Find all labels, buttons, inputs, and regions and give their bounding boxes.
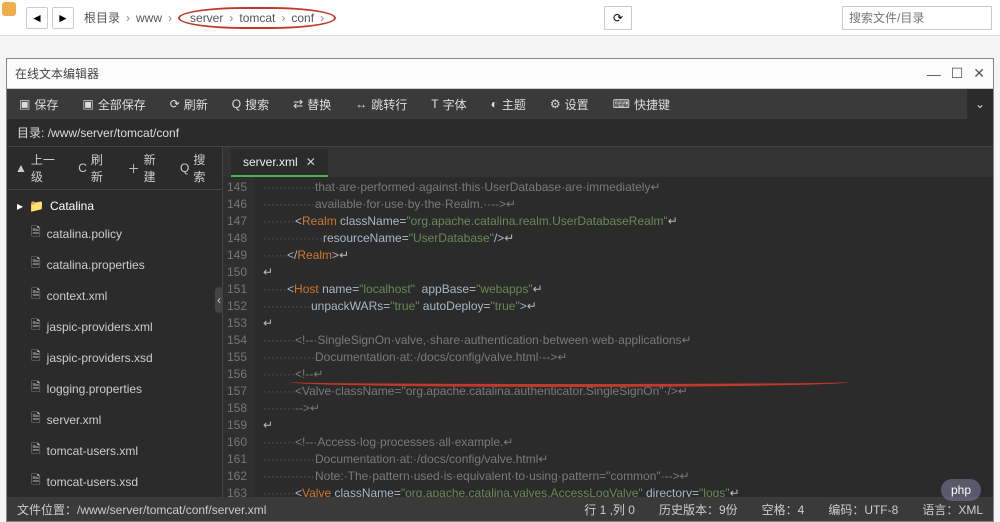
- file-icon: 🗎: [31, 378, 41, 399]
- file-icon: 🗎: [31, 347, 41, 368]
- file-icon: 🗎: [31, 285, 41, 306]
- tree-file[interactable]: 🗎context.xml: [7, 280, 222, 311]
- tree-file[interactable]: 🗎logging.properties: [7, 373, 222, 404]
- tool-settings[interactable]: ⚙设置: [538, 89, 601, 119]
- editor-pane: server.xml ✕ 145146147148149150151152153…: [223, 147, 993, 497]
- status-bar: 文件位置：/www/server/tomcat/conf/server.xml …: [7, 497, 993, 521]
- refresh-button[interactable]: ⟳: [604, 6, 632, 30]
- side-tools: ▲上一级 C刷新 ＋新建 Q搜索: [7, 147, 222, 190]
- file-icon: 🗎: [31, 409, 41, 430]
- file-icon: 🗎: [31, 440, 41, 461]
- save-icon: ▣: [19, 97, 30, 111]
- file-icon: 🗎: [31, 471, 41, 492]
- theme-icon: ◐: [491, 97, 498, 111]
- tool-search[interactable]: Q搜索: [220, 89, 281, 119]
- tool-theme[interactable]: ◐主题: [479, 89, 538, 119]
- tool-goto[interactable]: ↔跳转行: [343, 89, 419, 119]
- folder-icon: 📁: [29, 199, 44, 213]
- window-title: 在线文本编辑器: [15, 65, 917, 82]
- file-icon: 🗎: [31, 316, 41, 337]
- tree-file[interactable]: 🗎catalina.policy: [7, 218, 222, 249]
- save-all-icon: ▣: [82, 97, 93, 111]
- tool-save[interactable]: ▣保存: [7, 89, 70, 119]
- keyboard-icon: ⌨: [613, 97, 630, 111]
- file-tree: ▸📁Catalina 🗎catalina.policy🗎catalina.pro…: [7, 190, 222, 497]
- gear-icon: ⚙: [550, 97, 561, 111]
- breadcrumb-item[interactable]: conf: [291, 11, 314, 25]
- sub-bar: 目录: /www/server/tomcat/conf: [7, 119, 993, 147]
- status-spaces[interactable]: 空格：4: [762, 501, 805, 518]
- side-search[interactable]: Q搜索: [172, 151, 222, 185]
- search-input[interactable]: [842, 6, 992, 30]
- side-refresh[interactable]: C刷新: [70, 151, 119, 185]
- breadcrumb-item[interactable]: tomcat: [239, 11, 275, 25]
- tool-font[interactable]: T字体: [419, 89, 478, 119]
- status-path: 文件位置：/www/server/tomcat/conf/server.xml: [17, 501, 266, 518]
- sidebar-collapse-handle[interactable]: ‹: [215, 287, 223, 313]
- search-icon: Q: [232, 97, 241, 111]
- tabs: server.xml ✕: [223, 147, 993, 177]
- maximize-button[interactable]: ☐: [951, 65, 964, 82]
- editor-window: 在线文本编辑器 — ☐ ✕ ▣保存 ▣全部保存 ⟳刷新 Q搜索 ⇄替换 ↔跳转行…: [6, 58, 994, 522]
- status-encoding[interactable]: 编码：UTF-8: [828, 501, 898, 518]
- toolbar: ▣保存 ▣全部保存 ⟳刷新 Q搜索 ⇄替换 ↔跳转行 T字体 ◐主题 ⚙设置 ⌨…: [7, 89, 993, 119]
- nav-back-button[interactable]: ◄: [26, 7, 48, 29]
- breadcrumb-root[interactable]: 根目录: [84, 9, 120, 26]
- goto-icon: ↔: [355, 97, 367, 111]
- tree-file[interactable]: 🗎jaspic-providers.xsd: [7, 342, 222, 373]
- tree-file[interactable]: 🗎server.xml: [7, 404, 222, 435]
- code-content[interactable]: ·············that·are·performed·against·…: [255, 177, 993, 497]
- tree-file[interactable]: 🗎jaspic-providers.xml: [7, 311, 222, 342]
- status-lang[interactable]: 语言：XML: [922, 501, 983, 518]
- tool-replace[interactable]: ⇄替换: [281, 89, 343, 119]
- tab-close-icon[interactable]: ✕: [306, 155, 316, 169]
- dir-label: 目录: /www/server/tomcat/conf: [7, 124, 189, 141]
- breadcrumb-item[interactable]: server: [190, 11, 223, 25]
- plus-icon: ＋: [128, 160, 140, 177]
- font-icon: T: [431, 97, 438, 111]
- tab-server-xml[interactable]: server.xml ✕: [231, 149, 328, 177]
- file-icon: 🗎: [31, 223, 41, 244]
- status-history[interactable]: 历史版本：9份: [659, 501, 738, 518]
- tree-file[interactable]: 🗎catalina.properties: [7, 249, 222, 280]
- tool-save-all[interactable]: ▣全部保存: [70, 89, 157, 119]
- tree-file[interactable]: 🗎tomcat-users.xml: [7, 435, 222, 466]
- body-area: ▲上一级 C刷新 ＋新建 Q搜索 ▸📁Catalina 🗎catalina.po…: [7, 147, 993, 497]
- gutter: 1451461471481491501511521531541551561571…: [223, 177, 255, 497]
- nav-forward-button[interactable]: ►: [52, 7, 74, 29]
- chevron-icon: ▸: [17, 199, 23, 213]
- breadcrumb: 根目录 › www › server › tomcat › conf ›: [84, 7, 604, 29]
- refresh-icon: ⟳: [170, 97, 180, 111]
- file-icon: 🗎: [31, 254, 41, 275]
- search-icon: Q: [180, 161, 189, 175]
- replace-icon: ⇄: [293, 97, 303, 111]
- tool-shortcuts[interactable]: ⌨快捷键: [601, 89, 682, 119]
- tool-refresh[interactable]: ⟳刷新: [158, 89, 220, 119]
- sidebar: ▲上一级 C刷新 ＋新建 Q搜索 ▸📁Catalina 🗎catalina.po…: [7, 147, 223, 497]
- up-icon: ▲: [15, 161, 27, 175]
- code-area[interactable]: 1451461471481491501511521531541551561571…: [223, 177, 993, 497]
- expand-toggle[interactable]: ⌄: [967, 89, 993, 119]
- tab-label: server.xml: [243, 155, 298, 169]
- close-button[interactable]: ✕: [973, 65, 985, 82]
- watermark: php: [941, 479, 981, 501]
- breadcrumb-item[interactable]: www: [136, 11, 162, 25]
- breadcrumb-annotated: server › tomcat › conf ›: [178, 7, 336, 29]
- top-bar: ◄ ► 根目录 › www › server › tomcat › conf ›…: [0, 0, 1000, 36]
- side-up[interactable]: ▲上一级: [7, 151, 70, 185]
- breadcrumb-sep: ›: [126, 11, 130, 25]
- minimize-button[interactable]: —: [927, 66, 941, 82]
- title-bar: 在线文本编辑器 — ☐ ✕: [7, 59, 993, 89]
- refresh-icon: C: [78, 161, 87, 175]
- tree-folder[interactable]: ▸📁Catalina: [7, 194, 222, 218]
- app-indicator: [2, 2, 16, 16]
- tree-file[interactable]: 🗎tomcat-users.xsd: [7, 466, 222, 497]
- status-cursor: 行 1 ,列 0: [584, 501, 635, 518]
- side-new[interactable]: ＋新建: [120, 151, 172, 185]
